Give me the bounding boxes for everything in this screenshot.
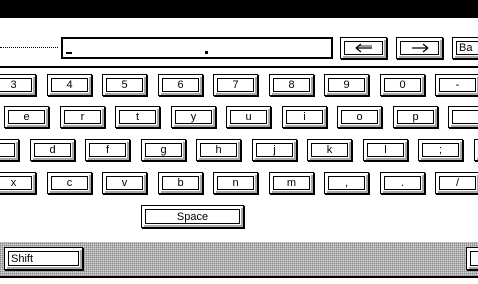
backspace-button[interactable]: Ba [452,37,478,59]
key-r3-c7[interactable]: k [307,139,352,161]
key-r1-c2[interactable]: 4 [47,74,92,96]
key-label: f [105,144,110,156]
bottom-rule [0,276,478,278]
key-r1-c3[interactable]: 5 [102,74,147,96]
key-label: 0 [399,79,406,91]
key-r2-c3[interactable]: t [115,106,160,128]
shift-key[interactable]: Shift [4,247,83,270]
key-label: 4 [66,79,73,91]
cursor-right-button[interactable] [396,37,443,59]
key-r4-c9[interactable]: / [435,172,478,194]
key-label: 9 [343,79,350,91]
key-label: t [135,111,140,123]
key-r4-c7[interactable]: , [324,172,369,194]
key-label: 8 [288,79,295,91]
shift-key-label: Shift [11,252,34,265]
key-r4-c3[interactable]: v [102,172,147,194]
key-r3-c4[interactable]: g [141,139,186,161]
key-label: . [400,177,405,189]
key-label: x [10,177,17,189]
title-bar [0,0,478,18]
key-label: 7 [232,79,239,91]
key-r2-c6[interactable]: i [282,106,327,128]
key-label: m [286,177,297,189]
key-r2-c2[interactable]: r [60,106,105,128]
key-r1-c8[interactable]: 0 [380,74,425,96]
key-r1-c7[interactable]: 9 [324,74,369,96]
key-label: o [356,111,363,123]
key-label: u [245,111,252,123]
key-label: d [49,144,56,156]
key-r2-c7[interactable]: o [337,106,382,128]
key-r3-c10[interactable] [474,139,478,161]
key-r2-c5[interactable]: u [226,106,271,128]
space-key-label: Space [176,210,209,223]
field-leader-line [0,47,58,48]
key-label: n [232,177,239,189]
key-label: v [121,177,128,189]
key-r4-c2[interactable]: c [47,172,92,194]
space-key[interactable]: Space [141,205,244,228]
key-r2-c1[interactable]: e [4,106,49,128]
key-r3-c8[interactable]: l [363,139,408,161]
key-r2-c9[interactable] [448,106,478,128]
key-label: l [384,144,387,156]
field-center-marker [205,51,208,54]
key-r4-c6[interactable]: m [269,172,314,194]
backspace-label: Ba [459,42,473,54]
key-label: r [80,111,85,123]
key-label: b [177,177,184,189]
key-label: e [23,111,30,123]
key-r3-c5[interactable]: h [196,139,241,161]
key-label: 5 [121,79,128,91]
text-cursor [66,52,72,54]
key-label: 6 [177,79,184,91]
key-label: k [326,144,333,156]
key-r4-c8[interactable]: . [380,172,425,194]
key-label: , [344,177,349,189]
key-r2-c4[interactable]: y [171,106,216,128]
key-r4-c4[interactable]: b [158,172,203,194]
divider-line [0,66,478,68]
key-label: 3 [10,79,17,91]
key-r1-c1[interactable]: 3 [0,74,36,96]
key-label: g [160,144,167,156]
key-r3-c2[interactable]: d [30,139,75,161]
left-arrow-icon [355,43,372,53]
key-r3-c3[interactable]: f [85,139,130,161]
key-r4-c1[interactable]: x [0,172,36,194]
right-arrow-icon [411,43,428,53]
edge-button[interactable] [466,247,478,270]
key-r1-c5[interactable]: 7 [213,74,258,96]
key-label: j [273,144,276,156]
key-label: - [455,79,460,91]
key-label: y [190,111,197,123]
key-r3-c9[interactable]: ; [418,139,463,161]
key-label: p [412,111,419,123]
text-input-field[interactable] [61,37,333,59]
key-r2-c8[interactable]: p [393,106,438,128]
key-r1-c9[interactable]: - [435,74,478,96]
key-label: c [66,177,73,189]
key-label: h [215,144,222,156]
keyboard-screen: Ba 3 4 5 6 7 8 9 0 - e r t y u i o p d f g h j k l; x c v b n m,. / Sp… [0,0,478,284]
key-r4-c5[interactable]: n [213,172,258,194]
key-r3-c6[interactable]: j [252,139,297,161]
key-label: i [303,111,306,123]
cursor-left-button[interactable] [340,37,387,59]
key-label: ; [438,144,443,156]
key-r1-c4[interactable]: 6 [158,74,203,96]
key-label: / [455,177,460,189]
key-r1-c6[interactable]: 8 [269,74,314,96]
key-r3-c1[interactable] [0,139,19,161]
